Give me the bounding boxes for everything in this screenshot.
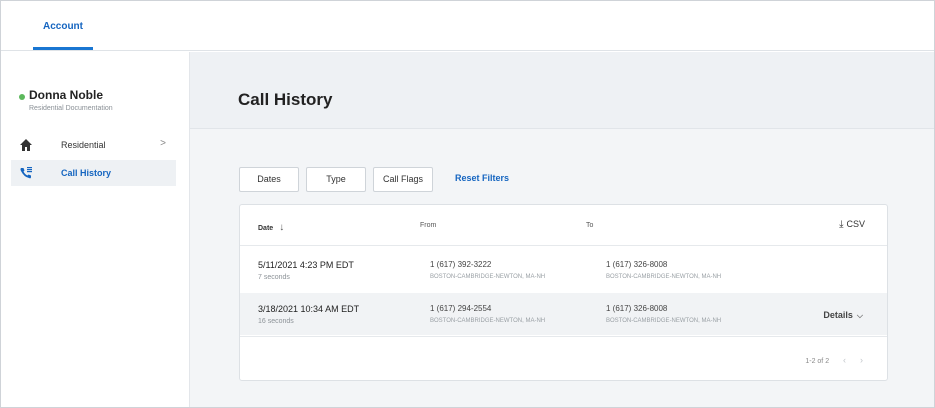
active-tab-indicator [33, 47, 93, 50]
pagination: 1-2 of 2 ‹ › [805, 355, 863, 365]
divider [240, 245, 887, 246]
chevron-down-icon: ⌵ [856, 311, 863, 320]
from-number: 1 (617) 392-3222 [430, 260, 492, 269]
sidebar-item-call-history[interactable]: Call History [11, 160, 176, 186]
call-duration: 7 seconds [258, 274, 290, 281]
to-number: 1 (617) 326-8008 [606, 260, 668, 269]
download-icon: ⤓ [839, 219, 844, 230]
filter-dates-button[interactable]: Dates [239, 167, 299, 192]
from-number: 1 (617) 294-2554 [430, 304, 492, 313]
column-header-to: To [586, 222, 594, 229]
csv-label: CSV [846, 219, 865, 229]
page-title: Call History [238, 90, 333, 109]
table-row[interactable]: 5/11/2021 4:23 PM EDT 7 seconds 1 (617) … [240, 249, 887, 291]
top-nav: Account [1, 1, 934, 51]
details-label: Details [823, 310, 853, 320]
next-page-icon[interactable]: › [860, 355, 863, 365]
reset-filters-link[interactable]: Reset Filters [455, 173, 509, 183]
sidebar-item-label: Residential [61, 140, 106, 150]
divider [240, 336, 887, 337]
sidebar-item-label: Call History [61, 168, 112, 178]
arrow-down-icon: ↓ [279, 222, 285, 233]
status-dot [19, 94, 25, 100]
phone-history-icon [19, 166, 33, 180]
call-history-table: Date ↓ From To ⤓ CSV 5/11/2021 4:23 PM EDT… [239, 204, 888, 381]
column-header-date[interactable]: Date ↓ [258, 222, 284, 233]
filter-call-flags-button[interactable]: Call Flags [373, 167, 433, 192]
csv-download-button[interactable]: ⤓ CSV [839, 219, 865, 230]
user-subtitle: Residential Documentation [29, 105, 113, 112]
pagination-range: 1-2 of 2 [805, 358, 830, 365]
call-date: 3/18/2021 10:34 AM EDT [258, 304, 360, 314]
from-location: BOSTON-CAMBRIDGE-NEWTON, MA-NH [430, 274, 546, 280]
details-button[interactable]: Details ⌵ [823, 310, 863, 321]
column-header-from: From [420, 222, 437, 229]
sidebar: Donna Noble Residential Documentation Re… [1, 52, 190, 407]
column-header-date-label: Date [258, 225, 274, 232]
previous-page-icon[interactable]: ‹ [843, 355, 846, 365]
to-location: BOSTON-CAMBRIDGE-NEWTON, MA-NH [606, 318, 722, 324]
sidebar-item-residential[interactable]: Residential > [11, 132, 176, 158]
chevron-right-icon: > [160, 138, 166, 149]
to-number: 1 (617) 326-8008 [606, 304, 668, 313]
page-header: Call History [190, 52, 934, 129]
table-row[interactable]: 3/18/2021 10:34 AM EDT 16 seconds 1 (617… [240, 293, 887, 335]
from-location: BOSTON-CAMBRIDGE-NEWTON, MA-NH [430, 318, 546, 324]
call-duration: 16 seconds [258, 318, 294, 325]
call-date: 5/11/2021 4:23 PM EDT [258, 260, 354, 270]
user-name: Donna Noble [29, 88, 103, 102]
home-icon [19, 138, 33, 152]
filter-type-button[interactable]: Type [306, 167, 366, 192]
to-location: BOSTON-CAMBRIDGE-NEWTON, MA-NH [606, 274, 722, 280]
